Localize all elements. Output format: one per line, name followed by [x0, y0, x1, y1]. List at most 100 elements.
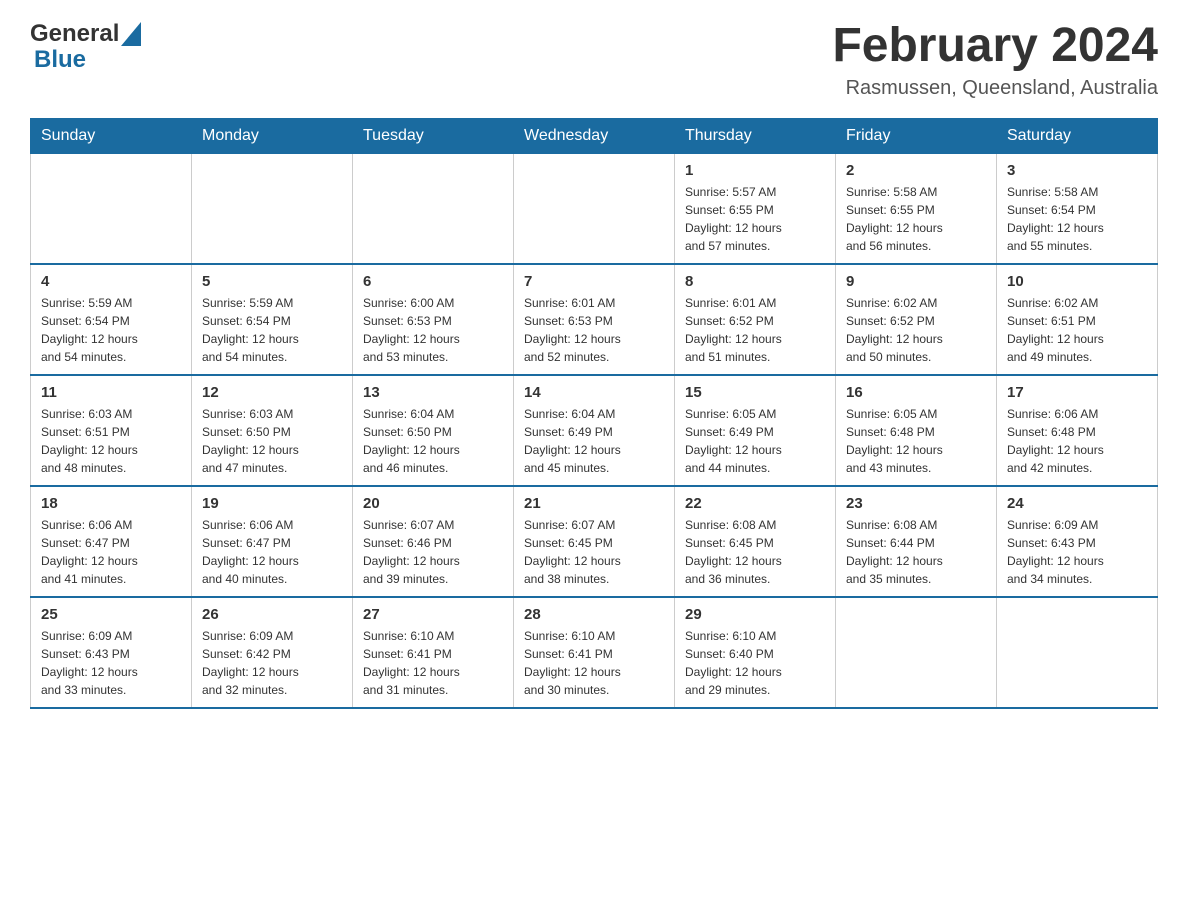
- day-info: Sunrise: 5:59 AM Sunset: 6:54 PM Dayligh…: [202, 294, 342, 366]
- day-number: 25: [41, 606, 181, 623]
- calendar-cell: 17 Sunrise: 6:06 AM Sunset: 6:48 PM Dayli…: [997, 375, 1158, 486]
- day-info: Sunrise: 6:04 AM Sunset: 6:50 PM Dayligh…: [363, 405, 503, 477]
- calendar-cell: 26Sunrise: 6:09 AM Sunset: 6:42 PM Dayli…: [192, 597, 353, 708]
- day-number: 27: [363, 606, 503, 623]
- day-info: Sunrise: 6:06 AM Sunset: 6:47 PM Dayligh…: [202, 516, 342, 588]
- day-info: Sunrise: 6:09 AM Sunset: 6:42 PM Dayligh…: [202, 627, 342, 699]
- day-info: Sunrise: 6:10 AM Sunset: 6:40 PM Dayligh…: [685, 627, 825, 699]
- calendar-cell: 28 Sunrise: 6:10 AM Sunset: 6:41 PM Dayli…: [514, 597, 675, 708]
- calendar-table: SundayMondayTuesdayWednesdayThursdayFrid…: [30, 118, 1158, 709]
- day-number: 22: [685, 495, 825, 512]
- column-header-tuesday: Tuesday: [353, 118, 514, 153]
- day-number: 19: [202, 495, 342, 512]
- day-number: 13: [363, 384, 503, 401]
- day-number: 24: [1007, 495, 1147, 512]
- day-number: 18: [41, 495, 181, 512]
- day-number: 9: [846, 273, 986, 290]
- page-header: General Blue February 2024 Rasmussen, Qu…: [30, 20, 1158, 100]
- column-header-thursday: Thursday: [675, 118, 836, 153]
- calendar-cell: [836, 597, 997, 708]
- day-info: Sunrise: 6:08 AM Sunset: 6:45 PM Dayligh…: [685, 516, 825, 588]
- calendar-cell: 29Sunrise: 6:10 AM Sunset: 6:40 PM Dayli…: [675, 597, 836, 708]
- column-header-wednesday: Wednesday: [514, 118, 675, 153]
- day-info: Sunrise: 6:07 AM Sunset: 6:45 PM Dayligh…: [524, 516, 664, 588]
- calendar-cell: 18 Sunrise: 6:06 AM Sunset: 6:47 PM Dayli…: [31, 486, 192, 597]
- day-info: Sunrise: 6:05 AM Sunset: 6:49 PM Dayligh…: [685, 405, 825, 477]
- calendar-cell: 12 Sunrise: 6:03 AM Sunset: 6:50 PM Dayli…: [192, 375, 353, 486]
- day-info: Sunrise: 6:06 AM Sunset: 6:48 PM Dayligh…: [1007, 405, 1147, 477]
- week-row-4: 18 Sunrise: 6:06 AM Sunset: 6:47 PM Dayli…: [31, 486, 1158, 597]
- day-info: Sunrise: 5:59 AM Sunset: 6:54 PM Dayligh…: [41, 294, 181, 366]
- calendar-subtitle: Rasmussen, Queensland, Australia: [832, 77, 1158, 100]
- week-row-3: 11 Sunrise: 6:03 AM Sunset: 6:51 PM Dayli…: [31, 375, 1158, 486]
- day-number: 17: [1007, 384, 1147, 401]
- week-row-2: 4 Sunrise: 5:59 AM Sunset: 6:54 PM Daylig…: [31, 264, 1158, 375]
- title-area: February 2024 Rasmussen, Queensland, Aus…: [832, 20, 1158, 100]
- day-info: Sunrise: 6:01 AM Sunset: 6:52 PM Dayligh…: [685, 294, 825, 366]
- calendar-cell: 15 Sunrise: 6:05 AM Sunset: 6:49 PM Dayli…: [675, 375, 836, 486]
- column-header-monday: Monday: [192, 118, 353, 153]
- day-info: Sunrise: 6:03 AM Sunset: 6:50 PM Dayligh…: [202, 405, 342, 477]
- day-number: 20: [363, 495, 503, 512]
- day-info: Sunrise: 6:08 AM Sunset: 6:44 PM Dayligh…: [846, 516, 986, 588]
- calendar-cell: [514, 153, 675, 264]
- week-row-5: 25Sunrise: 6:09 AM Sunset: 6:43 PM Dayli…: [31, 597, 1158, 708]
- day-info: Sunrise: 6:02 AM Sunset: 6:52 PM Dayligh…: [846, 294, 986, 366]
- calendar-cell: 21 Sunrise: 6:07 AM Sunset: 6:45 PM Dayli…: [514, 486, 675, 597]
- day-number: 3: [1007, 162, 1147, 179]
- day-info: Sunrise: 5:58 AM Sunset: 6:54 PM Dayligh…: [1007, 183, 1147, 255]
- calendar-cell: [997, 597, 1158, 708]
- logo-blue-text: Blue: [34, 46, 86, 74]
- week-row-1: 1Sunrise: 5:57 AM Sunset: 6:55 PM Daylig…: [31, 153, 1158, 264]
- day-number: 11: [41, 384, 181, 401]
- day-info: Sunrise: 6:09 AM Sunset: 6:43 PM Dayligh…: [1007, 516, 1147, 588]
- column-header-saturday: Saturday: [997, 118, 1158, 153]
- column-header-sunday: Sunday: [31, 118, 192, 153]
- day-number: 7: [524, 273, 664, 290]
- calendar-cell: 13 Sunrise: 6:04 AM Sunset: 6:50 PM Dayli…: [353, 375, 514, 486]
- calendar-cell: [31, 153, 192, 264]
- day-info: Sunrise: 6:00 AM Sunset: 6:53 PM Dayligh…: [363, 294, 503, 366]
- day-number: 28: [524, 606, 664, 623]
- day-number: 5: [202, 273, 342, 290]
- calendar-cell: 8Sunrise: 6:01 AM Sunset: 6:52 PM Daylig…: [675, 264, 836, 375]
- logo: General Blue: [30, 20, 141, 74]
- logo-triangle-icon: [121, 22, 141, 46]
- day-info: Sunrise: 6:04 AM Sunset: 6:49 PM Dayligh…: [524, 405, 664, 477]
- day-info: Sunrise: 6:01 AM Sunset: 6:53 PM Dayligh…: [524, 294, 664, 366]
- calendar-cell: 9 Sunrise: 6:02 AM Sunset: 6:52 PM Daylig…: [836, 264, 997, 375]
- calendar-cell: 11 Sunrise: 6:03 AM Sunset: 6:51 PM Dayli…: [31, 375, 192, 486]
- day-number: 23: [846, 495, 986, 512]
- calendar-cell: [192, 153, 353, 264]
- day-info: Sunrise: 6:06 AM Sunset: 6:47 PM Dayligh…: [41, 516, 181, 588]
- day-number: 4: [41, 273, 181, 290]
- calendar-cell: 4 Sunrise: 5:59 AM Sunset: 6:54 PM Daylig…: [31, 264, 192, 375]
- day-number: 10: [1007, 273, 1147, 290]
- calendar-cell: 25Sunrise: 6:09 AM Sunset: 6:43 PM Dayli…: [31, 597, 192, 708]
- day-info: Sunrise: 6:03 AM Sunset: 6:51 PM Dayligh…: [41, 405, 181, 477]
- calendar-cell: 22 Sunrise: 6:08 AM Sunset: 6:45 PM Dayli…: [675, 486, 836, 597]
- header-row: SundayMondayTuesdayWednesdayThursdayFrid…: [31, 118, 1158, 153]
- calendar-cell: 1Sunrise: 5:57 AM Sunset: 6:55 PM Daylig…: [675, 153, 836, 264]
- calendar-cell: 23 Sunrise: 6:08 AM Sunset: 6:44 PM Dayli…: [836, 486, 997, 597]
- day-number: 6: [363, 273, 503, 290]
- day-number: 14: [524, 384, 664, 401]
- calendar-cell: 10Sunrise: 6:02 AM Sunset: 6:51 PM Dayli…: [997, 264, 1158, 375]
- calendar-cell: 7 Sunrise: 6:01 AM Sunset: 6:53 PM Daylig…: [514, 264, 675, 375]
- day-info: Sunrise: 5:58 AM Sunset: 6:55 PM Dayligh…: [846, 183, 986, 255]
- day-number: 21: [524, 495, 664, 512]
- calendar-cell: 3 Sunrise: 5:58 AM Sunset: 6:54 PM Daylig…: [997, 153, 1158, 264]
- day-info: Sunrise: 6:10 AM Sunset: 6:41 PM Dayligh…: [524, 627, 664, 699]
- column-header-friday: Friday: [836, 118, 997, 153]
- day-info: Sunrise: 6:05 AM Sunset: 6:48 PM Dayligh…: [846, 405, 986, 477]
- calendar-cell: 2 Sunrise: 5:58 AM Sunset: 6:55 PM Daylig…: [836, 153, 997, 264]
- day-number: 12: [202, 384, 342, 401]
- day-number: 16: [846, 384, 986, 401]
- day-number: 2: [846, 162, 986, 179]
- day-number: 15: [685, 384, 825, 401]
- calendar-cell: [353, 153, 514, 264]
- day-info: Sunrise: 6:10 AM Sunset: 6:41 PM Dayligh…: [363, 627, 503, 699]
- day-info: Sunrise: 6:07 AM Sunset: 6:46 PM Dayligh…: [363, 516, 503, 588]
- calendar-cell: 16 Sunrise: 6:05 AM Sunset: 6:48 PM Dayli…: [836, 375, 997, 486]
- calendar-cell: 20 Sunrise: 6:07 AM Sunset: 6:46 PM Dayli…: [353, 486, 514, 597]
